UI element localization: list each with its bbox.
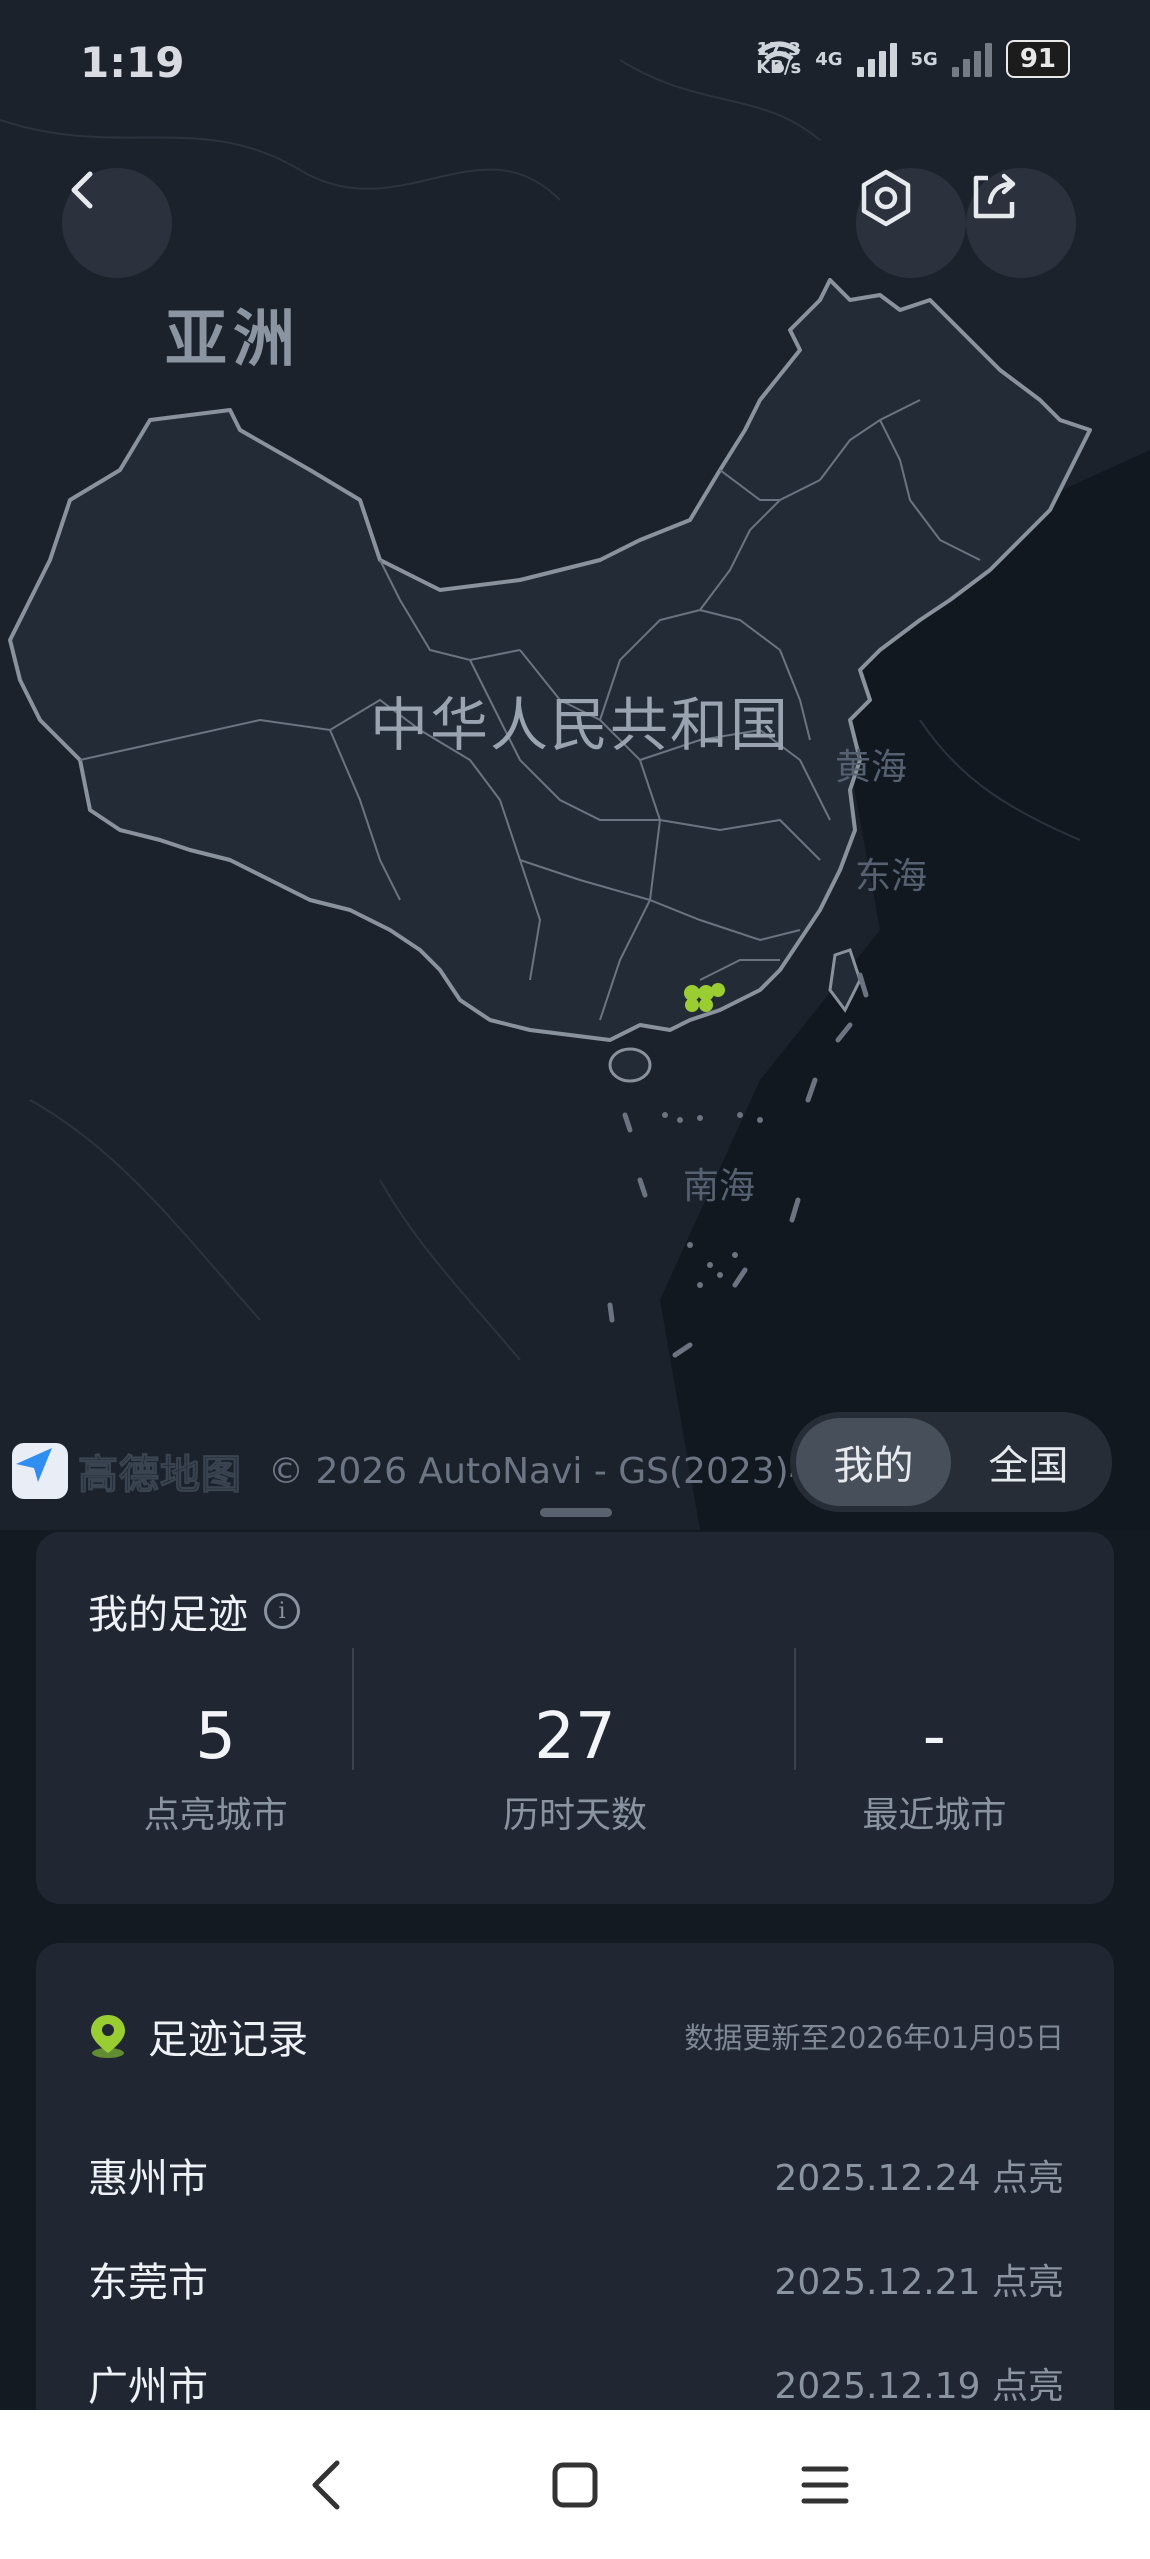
- back-button[interactable]: [62, 168, 172, 278]
- sea-label-south: 南海: [683, 1166, 756, 1207]
- share-export-icon: [973, 173, 1016, 219]
- footprint-map[interactable]: 亚洲 中华人民共和国 黄海 东海 南海 1:19 17.3 KB/s 4G 5G: [0, 0, 1150, 1530]
- toggle-national[interactable]: 全国: [951, 1418, 1106, 1506]
- map-provider-name: 高德地图: [78, 1452, 242, 1499]
- stat-divider: [794, 1648, 796, 1770]
- records-updated: 数据更新至2026年01月05日: [684, 2021, 1064, 2055]
- nav-back-icon: [312, 2460, 340, 2509]
- records-header: 足迹记录 数据更新至2026年01月05日: [88, 2007, 1064, 2065]
- stat-label: 点亮城市: [143, 1795, 288, 1836]
- location-pin-icon: [91, 2015, 125, 2058]
- signal-icon-2: [951, 41, 992, 77]
- record-city: 广州市: [88, 2364, 208, 2410]
- share-button[interactable]: [966, 168, 1076, 278]
- nav-menu-button[interactable]: [775, 2435, 875, 2535]
- battery-icon: 91: [1005, 40, 1070, 78]
- footprint-summary-card: 我的足迹 i 5 点亮城市 27 历时天数 - 最近城市: [36, 1532, 1114, 1904]
- sim2-network: 5G: [910, 48, 938, 70]
- nav-menu-icon: [801, 2466, 849, 2503]
- stat-days: 27 历时天数: [395, 1702, 754, 1838]
- hexagon-gear-icon: [861, 169, 911, 227]
- record-city: 东莞市: [88, 2260, 208, 2306]
- record-date: 2025.12.24 点亮: [774, 2158, 1064, 2199]
- chevron-left-icon: [71, 171, 93, 209]
- wifi-icon: [757, 41, 801, 73]
- amap-logo-icon: [12, 1443, 68, 1499]
- list-item[interactable]: 东莞市 2025.12.21 点亮: [88, 2227, 1064, 2331]
- toggle-mine[interactable]: 我的: [796, 1418, 951, 1506]
- list-item[interactable]: 惠州市 2025.12.24 点亮: [88, 2123, 1064, 2227]
- summary-stats: 5 点亮城市 27 历时天数 - 最近城市: [36, 1702, 1114, 1838]
- sea-label-yellow: 黄海: [835, 747, 908, 788]
- record-city: 惠州市: [88, 2156, 208, 2202]
- scope-toggle[interactable]: 我的 全国: [790, 1412, 1112, 1512]
- records-list: 惠州市 2025.12.24 点亮 东莞市 2025.12.21 点亮 广州市 …: [88, 2123, 1064, 2435]
- status-bar: 1:19 17.3 KB/s 4G 5G 91: [0, 0, 1150, 130]
- summary-title: 我的足迹 i: [88, 1582, 300, 1640]
- stat-label: 历时天数: [502, 1795, 647, 1836]
- nav-home-icon: [552, 2462, 598, 2507]
- status-icons: 17.3 KB/s 4G 5G 91: [756, 40, 1070, 78]
- records-title-text: 足迹记录: [148, 2017, 308, 2063]
- stat-value: 5: [195, 1700, 237, 1774]
- country-label: 中华人民共和国: [370, 691, 791, 759]
- records-title: 足迹记录: [88, 2007, 308, 2065]
- region-label: 亚洲: [165, 302, 302, 375]
- sea-label-east: 东海: [855, 856, 928, 897]
- system-nav-bar: [0, 2410, 1150, 2559]
- sheet-drag-handle[interactable]: [540, 1508, 612, 1517]
- stat-divider: [352, 1648, 354, 1770]
- stat-value: 27: [534, 1700, 616, 1774]
- stat-recent-city: - 最近城市: [755, 1702, 1114, 1838]
- info-icon[interactable]: i: [264, 1593, 300, 1629]
- summary-title-text: 我的足迹: [88, 1592, 248, 1638]
- nav-home-button[interactable]: [525, 2435, 625, 2535]
- nav-back-button[interactable]: [275, 2435, 375, 2535]
- map-copyright: © 2026 AutoNavi - GS(2023)4677: [268, 1450, 881, 1492]
- sim1-network: 4G: [815, 48, 843, 70]
- signal-icon: [856, 41, 897, 77]
- stat-label: 最近城市: [862, 1795, 1007, 1836]
- record-date: 2025.12.21 点亮: [774, 2262, 1064, 2303]
- record-date: 2025.12.19 点亮: [774, 2366, 1064, 2407]
- stat-value: -: [922, 1700, 946, 1774]
- settings-button[interactable]: [856, 168, 966, 278]
- status-time: 1:19: [80, 38, 185, 87]
- map-attribution: 高德地图 © 2026 AutoNavi - GS(2023)4677: [12, 1442, 880, 1500]
- stat-lit-cities: 5 点亮城市: [36, 1702, 395, 1838]
